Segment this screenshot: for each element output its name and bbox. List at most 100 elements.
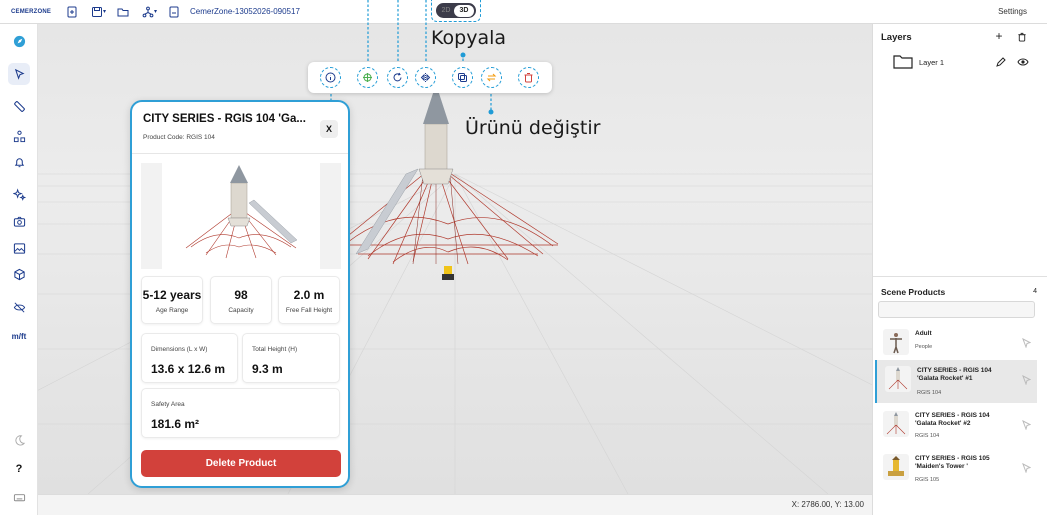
panel-divider bbox=[873, 276, 1047, 277]
help-button[interactable]: ? bbox=[8, 458, 30, 480]
select-pointer-icon[interactable] bbox=[1021, 463, 1031, 473]
product-image bbox=[141, 163, 341, 269]
sparkles-icon[interactable] bbox=[8, 183, 30, 205]
app-window: CEMERZONE ▾ ▾ CemerZone-13052026-090517 … bbox=[0, 0, 1047, 515]
dimensions-value: 13.6 x 12.6 m bbox=[151, 362, 226, 376]
product-title: CITY SERIES - RGIS 104 'Ga... bbox=[143, 113, 306, 125]
settings-button[interactable]: Settings bbox=[998, 7, 1027, 16]
product-thumb-adult bbox=[883, 329, 909, 355]
select-pointer-icon[interactable] bbox=[8, 63, 30, 85]
move-icon bbox=[363, 73, 372, 82]
image-icon[interactable] bbox=[8, 237, 30, 259]
copy-button[interactable] bbox=[452, 67, 473, 88]
mirror-button[interactable] bbox=[415, 67, 436, 88]
pdf-file-icon[interactable] bbox=[166, 4, 182, 20]
object-toolbar bbox=[308, 62, 552, 93]
rocket-tower-icon bbox=[888, 367, 908, 390]
keyboard-icon[interactable] bbox=[8, 486, 30, 508]
scene-product-name: CITY SERIES - RGIS 105 'Maiden's Tower ' bbox=[915, 455, 990, 470]
scene-product-code: RGIS 104 bbox=[915, 433, 940, 439]
camera-icon[interactable] bbox=[8, 210, 30, 232]
free-fall-height-label: Free Fall Height bbox=[285, 307, 333, 314]
product-thumb-rocket-1 bbox=[885, 366, 911, 392]
delete-tool-button[interactable] bbox=[518, 67, 539, 88]
card-divider bbox=[132, 153, 348, 154]
product-thumb-maidens-tower bbox=[883, 454, 909, 480]
top-bar: CEMERZONE ▾ ▾ CemerZone-13052026-090517 … bbox=[0, 0, 1047, 24]
mirror-icon bbox=[420, 73, 431, 82]
free-fall-height-value: 2.0 m bbox=[293, 288, 325, 302]
scene-products-title: Scene Products bbox=[881, 287, 946, 297]
total-height-value: 9.3 m bbox=[252, 362, 283, 376]
maidens-tower-icon bbox=[888, 456, 904, 476]
ruler-icon[interactable] bbox=[8, 95, 30, 117]
left-toolbar: m/ft ? bbox=[0, 24, 38, 515]
new-file-icon[interactable] bbox=[64, 4, 80, 20]
change-product-annotation: Ürünü değiştir bbox=[465, 117, 601, 139]
age-range-label: Age Range bbox=[155, 307, 189, 314]
scene-products-count: 4 bbox=[1033, 288, 1037, 295]
select-pointer-icon[interactable] bbox=[1021, 375, 1031, 385]
layers-title: Layers bbox=[881, 32, 912, 43]
folder-icon bbox=[893, 55, 913, 69]
trash-icon bbox=[524, 73, 533, 83]
product-info-card: CITY SERIES - RGIS 104 'Ga... Product Co… bbox=[130, 100, 350, 488]
layer-row[interactable]: Layer 1 bbox=[891, 53, 1041, 71]
info-button[interactable] bbox=[320, 67, 341, 88]
unit-toggle-button[interactable]: m/ft bbox=[8, 325, 30, 347]
rotate-icon bbox=[393, 72, 402, 82]
scene-product-name: CITY SERIES - RGIS 104 'Galata Rocket' #… bbox=[917, 367, 992, 382]
product-thumbnail-image bbox=[185, 165, 298, 259]
edit-layer-icon[interactable] bbox=[996, 57, 1006, 67]
move-button[interactable] bbox=[357, 67, 378, 88]
status-bar: X: 2786.00, Y: 13.00 bbox=[38, 494, 872, 515]
dark-mode-icon[interactable] bbox=[8, 429, 30, 451]
add-layer-icon[interactable]: + bbox=[993, 29, 1005, 43]
scene-product-code: RGIS 104 bbox=[917, 390, 942, 396]
objects-icon[interactable] bbox=[8, 125, 30, 147]
person-figure-icon bbox=[890, 333, 902, 354]
save-caret-icon[interactable]: ▾ bbox=[103, 8, 106, 15]
select-pointer-icon[interactable] bbox=[1021, 338, 1031, 348]
mode-2d-option[interactable]: 2D bbox=[438, 7, 454, 14]
dimensions-label: Dimensions (L x W) bbox=[151, 346, 208, 353]
file-name: CemerZone-13052026-090517 bbox=[190, 7, 300, 16]
stat-capacity: 98 Capacity bbox=[210, 276, 272, 324]
hide-eye-icon[interactable] bbox=[8, 296, 30, 318]
scene-product-name: Adult bbox=[915, 330, 932, 337]
open-folder-icon[interactable] bbox=[115, 4, 131, 20]
compass-icon[interactable] bbox=[8, 30, 30, 52]
dimensions-box: Dimensions (L x W) 13.6 x 12.6 m bbox=[141, 333, 238, 383]
delete-product-button[interactable]: Delete Product bbox=[141, 450, 341, 477]
safety-area-label: Safety Area bbox=[151, 401, 185, 408]
bell-icon[interactable] bbox=[8, 151, 30, 173]
scene-product-item-active[interactable]: CITY SERIES - RGIS 104 'Galata Rocket' #… bbox=[875, 360, 1037, 403]
scene-product-item[interactable]: CITY SERIES - RGIS 105 'Maiden's Tower '… bbox=[875, 448, 1037, 491]
change-product-button[interactable] bbox=[481, 67, 502, 88]
swap-icon bbox=[486, 73, 497, 82]
right-panel: Layers + Layer 1 Scene Products 4 Adult … bbox=[872, 24, 1047, 515]
capacity-value: 98 bbox=[234, 288, 248, 302]
close-card-button[interactable]: X bbox=[320, 120, 338, 138]
select-pointer-icon[interactable] bbox=[1021, 420, 1031, 430]
mode-3d-option[interactable]: 3D bbox=[454, 4, 474, 17]
copy-annotation: Kopyala bbox=[431, 27, 507, 49]
stat-age-range: 5-12 years Age Range bbox=[141, 276, 203, 324]
visibility-eye-icon[interactable] bbox=[1017, 57, 1029, 67]
rotate-button[interactable] bbox=[387, 67, 408, 88]
copy-icon bbox=[458, 73, 467, 82]
scene-product-name: CITY SERIES - RGIS 104 'Galata Rocket' #… bbox=[915, 412, 990, 427]
rocket-tower-icon bbox=[886, 412, 906, 435]
total-height-box: Total Height (H) 9.3 m bbox=[242, 333, 340, 383]
scene-product-item[interactable]: CITY SERIES - RGIS 104 'Galata Rocket' #… bbox=[875, 405, 1037, 448]
delete-layer-icon[interactable] bbox=[1016, 31, 1028, 43]
scene-product-category: People bbox=[915, 344, 933, 350]
total-height-label: Total Height (H) bbox=[252, 346, 298, 353]
help-label: ? bbox=[15, 463, 23, 475]
cursor-coordinates: X: 2786.00, Y: 13.00 bbox=[791, 500, 864, 509]
scene-products-search-input[interactable] bbox=[878, 301, 1035, 318]
share-caret-icon[interactable]: ▾ bbox=[154, 8, 157, 15]
view-mode-toggle[interactable]: 2D 3D bbox=[436, 3, 476, 18]
layer-name: Layer 1 bbox=[919, 58, 945, 67]
cube-icon[interactable] bbox=[8, 263, 30, 285]
